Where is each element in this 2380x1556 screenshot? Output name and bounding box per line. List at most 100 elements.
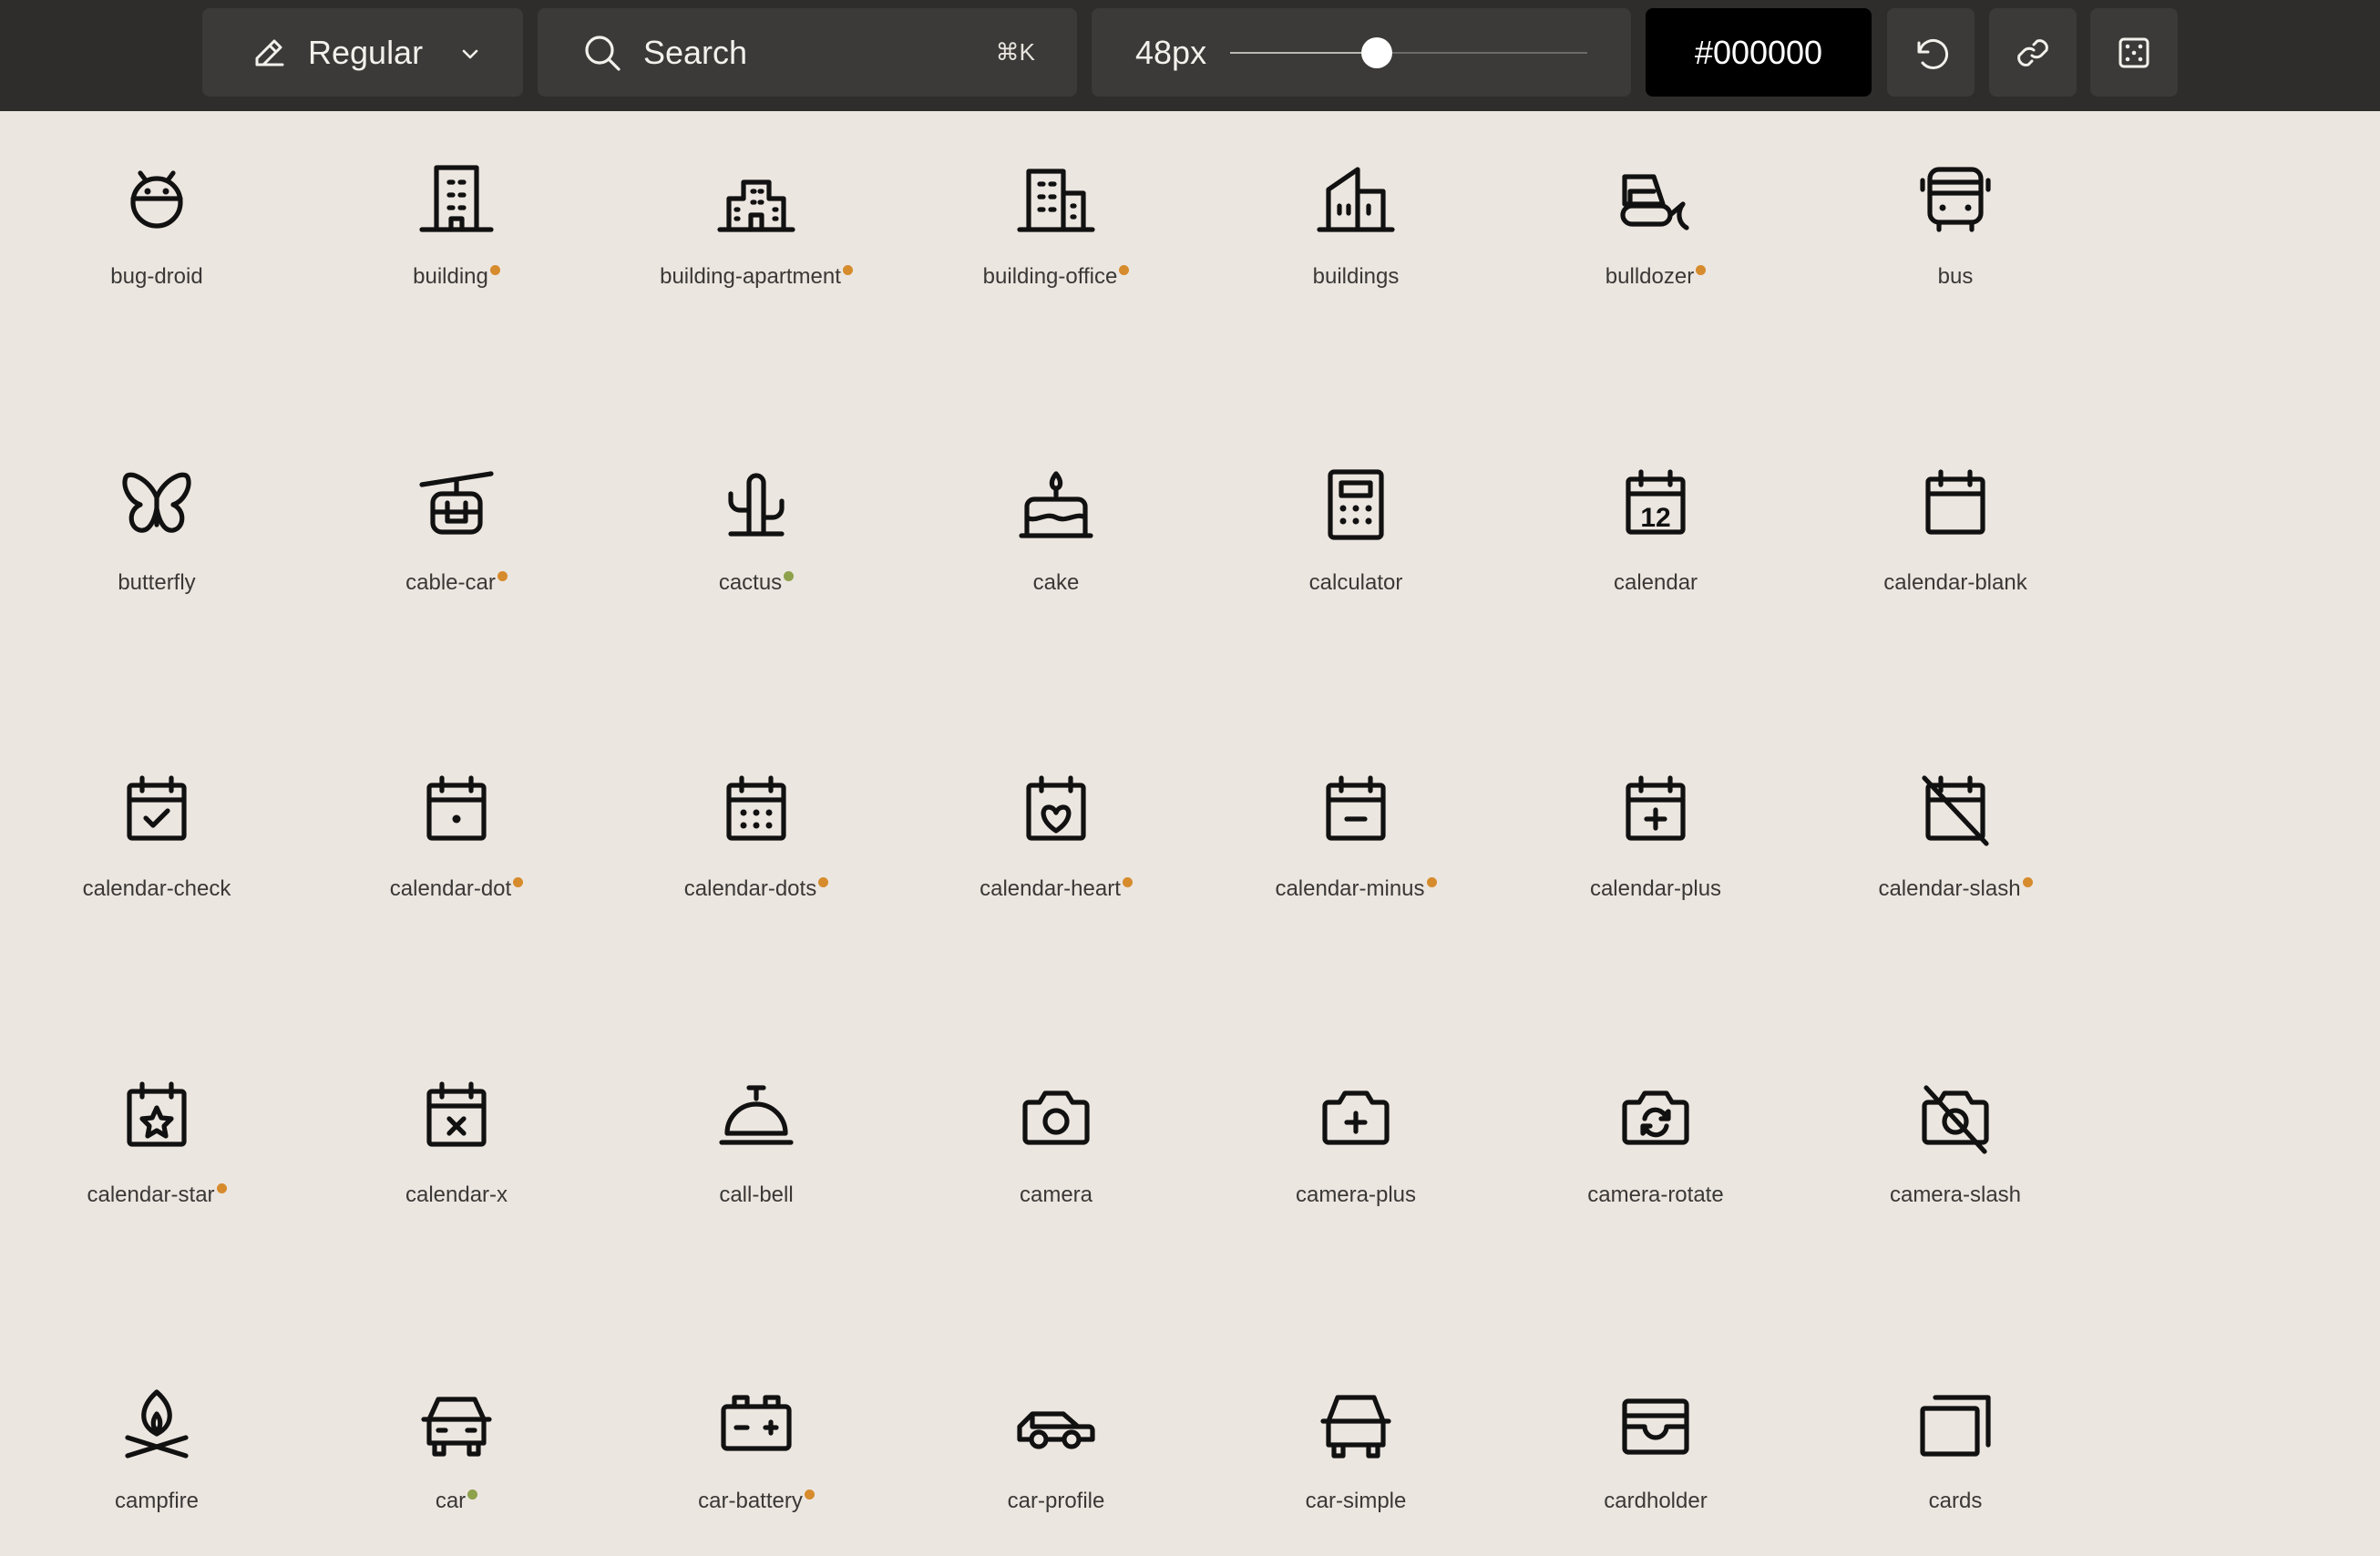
icon-card-call-bell[interactable]: call-bell <box>620 1029 893 1303</box>
icon-card-calendar-star[interactable]: calendar-star <box>20 1029 293 1303</box>
icon-card-calendar-x[interactable]: calendar-x <box>320 1029 593 1303</box>
icon-card-cards[interactable]: cards <box>1819 1336 2092 1556</box>
icon-name-label: camera-plus <box>1219 1182 1493 1208</box>
icon-name-label: cards <box>1819 1489 2092 1514</box>
icon-card-calendar-minus[interactable]: calendar-minus <box>1219 723 1493 997</box>
color-input[interactable]: #000000 <box>1646 8 1872 97</box>
size-slider-fill <box>1230 52 1377 54</box>
icon-card-camera-rotate[interactable]: camera-rotate <box>1519 1029 1792 1303</box>
icon-card-cake[interactable]: cake <box>919 417 1193 691</box>
search-shortcut: ⌘K <box>995 38 1035 66</box>
icon-name-text: calendar-x <box>405 1182 508 1207</box>
icon-name-label: cardholder <box>1519 1489 1792 1514</box>
campfire-icon <box>113 1379 200 1467</box>
icon-card-calendar-slash[interactable]: calendar-slash <box>1819 723 2092 997</box>
icon-card-building-apartment[interactable]: building-apartment <box>620 111 893 384</box>
bug-droid-icon <box>113 155 200 242</box>
search-input[interactable] <box>643 33 953 72</box>
updated-badge-dot <box>1119 265 1130 275</box>
icon-card-calendar-blank[interactable]: calendar-blank <box>1819 417 2092 691</box>
icon-name-label: building-apartment <box>620 264 893 290</box>
icon-name-label: bug-droid <box>20 264 293 290</box>
icon-card-bug-droid[interactable]: bug-droid <box>20 111 293 384</box>
icon-name-text: cake <box>1032 570 1080 595</box>
icon-card-camera[interactable]: camera <box>919 1029 1193 1303</box>
icon-card-car-battery[interactable]: car-battery <box>620 1336 893 1556</box>
icon-card-car-simple[interactable]: car-simple <box>1219 1336 1493 1556</box>
calculator-icon <box>1312 461 1400 548</box>
icon-name-text: building-office <box>982 264 1118 289</box>
search-icon <box>581 32 623 74</box>
icon-card-calendar-check[interactable]: calendar-check <box>20 723 293 997</box>
icon-name-label: cable-car <box>320 570 593 596</box>
icon-card-calculator[interactable]: calculator <box>1219 417 1493 691</box>
building-icon <box>413 155 500 242</box>
icon-card-campfire[interactable]: campfire <box>20 1336 293 1556</box>
icon-card-calendar-dots[interactable]: calendar-dots <box>620 723 893 997</box>
icon-name-text: camera-slash <box>1889 1182 2022 1207</box>
calendar-dot-icon <box>413 767 500 855</box>
svg-text:12: 12 <box>1640 503 1670 533</box>
icon-card-car[interactable]: car <box>320 1336 593 1556</box>
icon-name-text: calendar-plus <box>1589 876 1722 901</box>
icon-card-cactus[interactable]: cactus <box>620 417 893 691</box>
icon-name-text: calendar-blank <box>1883 570 2027 595</box>
icon-card-camera-plus[interactable]: camera-plus <box>1219 1029 1493 1303</box>
icon-name-text: calendar-check <box>82 876 231 901</box>
calendar-x-icon <box>413 1073 500 1161</box>
icon-name-label: calendar-heart <box>919 876 1193 902</box>
icon-name-label: calendar-x <box>320 1182 593 1208</box>
icon-name-text: calendar-star <box>87 1182 215 1207</box>
icon-card-calendar-plus[interactable]: calendar-plus <box>1519 723 1792 997</box>
icon-card-cable-car[interactable]: cable-car <box>320 417 593 691</box>
icon-name-text: bulldozer <box>1605 264 1695 289</box>
icon-name-label: car-simple <box>1219 1489 1493 1514</box>
search-field[interactable]: ⌘K <box>538 8 1077 97</box>
icon-name-text: cardholder <box>1604 1489 1708 1513</box>
icon-card-bus[interactable]: bus <box>1819 111 2092 384</box>
icon-card-building-office[interactable]: building-office <box>919 111 1193 384</box>
icon-name-text: calendar-minus <box>1275 876 1425 901</box>
cardholder-icon <box>1612 1379 1699 1467</box>
icon-name-text: calendar <box>1613 570 1698 595</box>
icon-name-text: camera-plus <box>1295 1182 1417 1207</box>
bulldozer-icon <box>1612 155 1699 242</box>
icon-card-buildings[interactable]: buildings <box>1219 111 1493 384</box>
icon-card-cardholder[interactable]: cardholder <box>1519 1336 1792 1556</box>
icon-name-label: cactus <box>620 570 893 596</box>
icon-card-building[interactable]: building <box>320 111 593 384</box>
icon-name-text: calculator <box>1308 570 1403 595</box>
reset-button[interactable] <box>1887 8 1975 97</box>
icon-card-calendar-dot[interactable]: calendar-dot <box>320 723 593 997</box>
icon-card-calendar[interactable]: 12 calendar <box>1519 417 1792 691</box>
icon-name-label: car <box>320 1489 593 1514</box>
calendar-check-icon <box>113 767 200 855</box>
updated-badge-dot <box>804 1489 815 1500</box>
icon-name-text: building-apartment <box>660 264 841 289</box>
icon-name-text: cards <box>1928 1489 1983 1513</box>
icon-name-label: campfire <box>20 1489 293 1514</box>
icon-card-calendar-heart[interactable]: calendar-heart <box>919 723 1193 997</box>
icon-name-text: buildings <box>1312 264 1400 289</box>
icon-name-label: bulldozer <box>1519 264 1792 290</box>
icon-card-camera-slash[interactable]: camera-slash <box>1819 1029 2092 1303</box>
icon-card-bulldozer[interactable]: bulldozer <box>1519 111 1792 384</box>
icon-name-text: calendar-heart <box>980 876 1121 901</box>
weight-select[interactable]: Regular <box>202 8 523 97</box>
icon-name-text: butterfly <box>118 570 196 595</box>
copy-link-button[interactable] <box>1989 8 2077 97</box>
icon-name-text: car <box>435 1489 467 1513</box>
updated-badge-dot <box>489 265 500 275</box>
random-button[interactable] <box>2090 8 2178 97</box>
icon-card-butterfly[interactable]: butterfly <box>20 417 293 691</box>
new-badge-dot <box>467 1489 478 1500</box>
size-slider-thumb[interactable] <box>1360 37 1392 68</box>
camera-slash-icon <box>1912 1073 1999 1161</box>
chevron-down-icon <box>459 43 481 65</box>
icon-card-car-profile[interactable]: car-profile <box>919 1336 1193 1556</box>
icon-name-label: calendar <box>1519 570 1792 596</box>
cactus-icon <box>713 461 800 548</box>
size-slider[interactable] <box>1230 37 1587 68</box>
cake-icon <box>1012 461 1100 548</box>
calendar-heart-icon <box>1012 767 1100 855</box>
